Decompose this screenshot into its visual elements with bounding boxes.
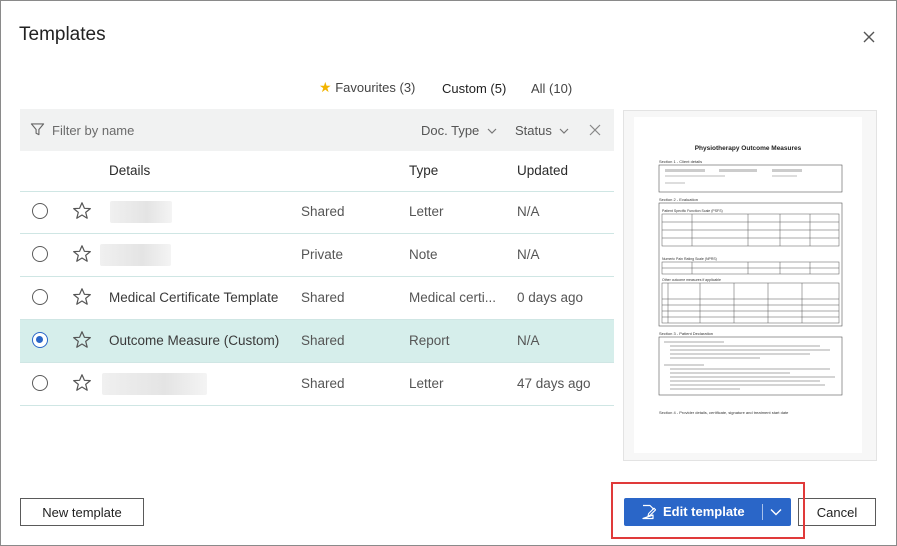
updated-cell: N/A <box>517 333 540 348</box>
preview-section-4: Section 4 - Provider details, certificat… <box>659 410 789 415</box>
row-radio-selected[interactable] <box>32 332 48 348</box>
redacted-template-name <box>110 201 172 223</box>
cancel-button[interactable]: Cancel <box>798 498 876 526</box>
templates-dialog: Templates ★ Favourites (3) Custom (5) Al… <box>0 0 897 546</box>
type-cell: Letter <box>409 376 444 391</box>
table-row-selected[interactable]: Outcome Measure (Custom) Shared Report N… <box>20 320 614 363</box>
preview-document: Physiotherapy Outcome Measures Section 1… <box>658 145 843 415</box>
annotation-highlight-box <box>611 482 805 539</box>
star-outline-icon[interactable] <box>72 201 92 221</box>
preview-section-3: Section 3 - Patient Declaration <box>659 331 713 336</box>
preview-title: Physiotherapy Outcome Measures <box>695 145 802 152</box>
preview-psfs: Patient Specific Function Scale (PSFS) <box>662 209 723 213</box>
sharing-cell: Shared <box>301 290 345 305</box>
tab-custom[interactable]: Custom (5) <box>442 81 508 120</box>
sharing-cell: Shared <box>301 204 345 219</box>
star-outline-icon[interactable] <box>72 330 92 350</box>
updated-cell: N/A <box>517 247 540 262</box>
filter-bar: Filter by name Doc. Type Status <box>20 109 614 151</box>
chevron-down-icon <box>560 128 569 134</box>
sharing-cell: Shared <box>301 333 345 348</box>
filter-name-input[interactable]: Filter by name <box>52 123 134 138</box>
sharing-cell: Shared <box>301 376 345 391</box>
template-name-cell: Outcome Measure (Custom) <box>109 333 280 348</box>
chevron-down-icon <box>487 128 497 134</box>
tab-all[interactable]: All (10) <box>531 81 572 111</box>
preview-section-1: Section 1 - Client details <box>659 159 702 164</box>
updated-cell: 47 days ago <box>517 376 591 391</box>
sharing-cell: Private <box>301 247 344 262</box>
table-row[interactable]: Shared Letter 47 days ago <box>20 363 614 406</box>
template-preview: Physiotherapy Outcome Measures Section 1… <box>623 110 877 461</box>
redacted-template-name <box>102 373 207 395</box>
type-cell: Medical certi... <box>409 290 497 305</box>
table-row[interactable]: Medical Certificate Template Shared Medi… <box>20 277 614 320</box>
type-cell: Report <box>409 333 450 348</box>
doc-type-dropdown[interactable]: Doc. Type <box>421 123 497 138</box>
preview-other: Other outcome measures if applicable <box>662 278 721 282</box>
clear-filter-icon[interactable] <box>589 124 601 136</box>
dialog-title: Templates <box>19 24 106 45</box>
tab-favourites[interactable]: ★ Favourites (3) <box>319 79 415 109</box>
star-outline-icon[interactable] <box>72 244 92 264</box>
column-updated: Updated <box>517 163 569 178</box>
table-row[interactable]: Shared Letter N/A <box>20 191 614 234</box>
filter-icon <box>30 123 45 136</box>
updated-cell: N/A <box>517 204 540 219</box>
close-icon[interactable] <box>859 27 879 47</box>
new-template-button[interactable]: New template <box>20 498 144 526</box>
table-row[interactable]: Private Note N/A <box>20 234 614 277</box>
preview-nprs: Numeric Pain Rating Scale (NPRS) <box>662 257 717 261</box>
row-radio[interactable] <box>32 375 48 391</box>
row-radio[interactable] <box>32 289 48 305</box>
row-radio[interactable] <box>32 203 48 219</box>
status-dropdown[interactable]: Status <box>515 123 569 138</box>
column-details: Details <box>109 163 151 178</box>
star-filled-icon: ★ <box>319 79 332 95</box>
template-name-cell: Medical Certificate Template <box>109 290 279 305</box>
star-outline-icon[interactable] <box>72 373 92 393</box>
updated-cell: 0 days ago <box>517 290 584 305</box>
preview-section-2: Section 2 - Evaluation <box>659 197 698 202</box>
template-tabs: ★ Favourites (3) Custom (5) All (10) <box>1 77 897 120</box>
preview-page: Physiotherapy Outcome Measures Section 1… <box>634 117 862 453</box>
column-type: Type <box>409 163 439 178</box>
redacted-template-name <box>100 244 171 266</box>
type-cell: Note <box>409 247 438 262</box>
star-outline-icon[interactable] <box>72 287 92 307</box>
row-radio[interactable] <box>32 246 48 262</box>
type-cell: Letter <box>409 204 444 219</box>
